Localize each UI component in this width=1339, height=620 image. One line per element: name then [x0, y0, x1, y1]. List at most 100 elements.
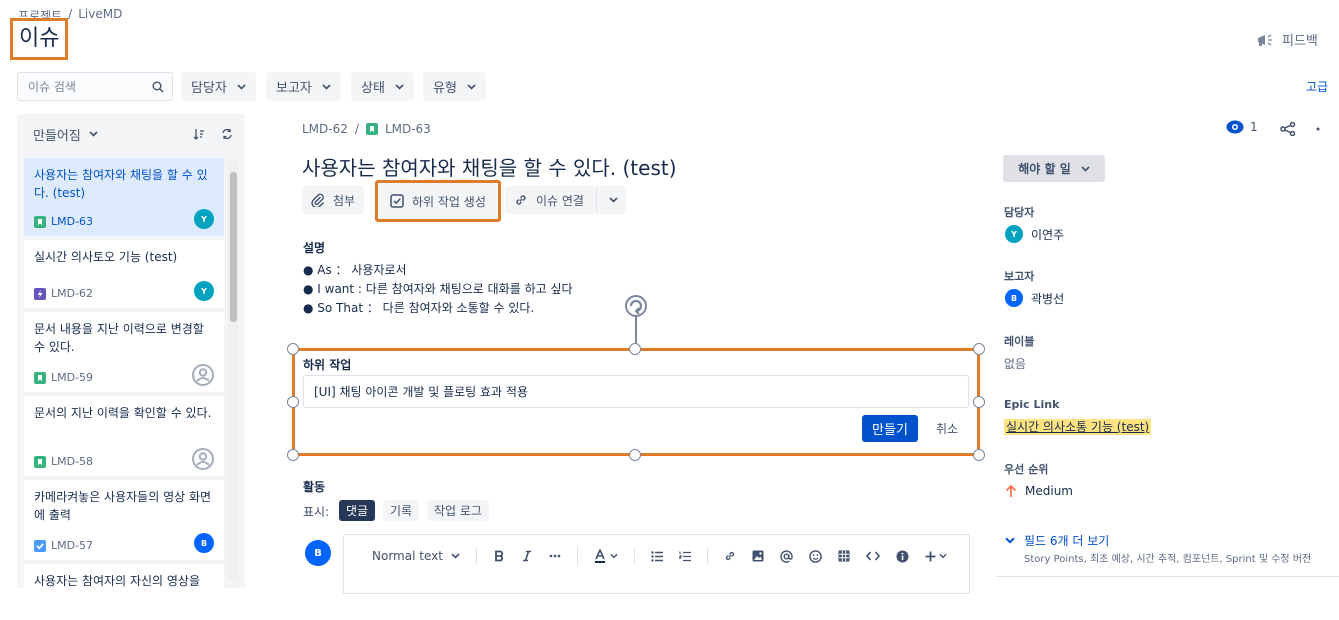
description-body[interactable]: ● As ： 사용자로서 ● I want : 다른 참여자와 채팅으로 대화를… — [303, 261, 573, 318]
mention-icon[interactable] — [780, 549, 793, 563]
issue-breadcrumb: LMD-62 / LMD-63 — [302, 122, 431, 136]
priority-label: 우선 순위 — [1004, 463, 1049, 476]
resize-handle[interactable] — [287, 343, 299, 355]
eye-icon — [1226, 120, 1244, 134]
story-icon — [34, 215, 46, 228]
parent-issue-link[interactable]: LMD-62 — [302, 122, 348, 136]
avatar: Y — [194, 281, 214, 301]
filter-assignee[interactable]: 담당자 — [181, 72, 256, 101]
text-style-dropdown[interactable]: Normal text — [372, 549, 460, 563]
subtask-summary-input[interactable]: [UI] 채팅 아이콘 개발 및 플로팅 효과 적용 — [303, 375, 969, 408]
text-style-label: Normal text — [372, 549, 443, 563]
rotate-icon[interactable] — [623, 293, 649, 319]
subtask-heading: 하위 작업 — [303, 358, 352, 372]
list-scrollbar[interactable] — [228, 160, 239, 580]
comment-editor[interactable]: Normal text — [343, 534, 970, 594]
cancel-button[interactable]: 취소 — [930, 415, 964, 442]
status-dropdown[interactable]: 해야 할 일 — [1003, 155, 1105, 182]
bold-icon[interactable] — [493, 550, 505, 562]
labels-value[interactable]: 없음 — [1004, 355, 1026, 372]
issue-key-link[interactable]: LMD-63 — [385, 122, 431, 136]
link-icon — [514, 193, 528, 207]
image-icon[interactable] — [752, 550, 764, 562]
watchers-count: 1 — [1250, 120, 1258, 134]
list-item-title: 카메라켜놓은 사용자들의 영상 화면에 출력 — [34, 490, 212, 522]
filter-type[interactable]: 유형 — [423, 72, 486, 101]
filter-reporter[interactable]: 보고자 — [266, 72, 341, 101]
reporter-field[interactable]: B 곽병선 — [1005, 289, 1064, 307]
bullet-list-icon[interactable] — [651, 550, 663, 562]
feedback-button[interactable]: 피드백 — [1256, 30, 1318, 49]
resize-handle[interactable] — [287, 449, 299, 461]
epic-link-value[interactable]: 실시간 의사소통 기능 (test) — [1004, 418, 1152, 435]
chevron-down-icon — [395, 83, 404, 90]
create-button[interactable]: 만들기 — [862, 415, 918, 442]
resize-handle[interactable] — [629, 343, 641, 355]
info-icon[interactable] — [896, 550, 909, 563]
priority-field[interactable]: Medium — [1005, 484, 1073, 498]
avatar: B — [194, 533, 214, 553]
search-input[interactable]: 이슈 검색 — [17, 72, 173, 101]
divider — [595, 187, 597, 213]
filter-status[interactable]: 상태 — [351, 72, 414, 101]
chevron-down-icon[interactable] — [605, 197, 622, 203]
scrollbar-thumb[interactable] — [230, 172, 237, 322]
sort-dropdown[interactable]: 만들어짐 — [33, 125, 98, 144]
list-item-title: 문서 내용을 지난 이력으로 변경할 수 있다. — [34, 322, 204, 354]
chevron-down-icon — [451, 553, 460, 559]
create-subtask-button[interactable]: 하위 작업 생성 — [375, 180, 501, 222]
list-item[interactable]: 문서의 지난 이력을 확인할 수 있다. LMD-58 — [24, 396, 224, 476]
numbered-list-icon[interactable] — [678, 551, 691, 562]
text-color-icon[interactable] — [594, 549, 618, 563]
resize-handle[interactable] — [973, 396, 985, 408]
tab-worklog[interactable]: 작업 로그 — [427, 500, 489, 521]
editor-toolbar: Normal text — [372, 547, 947, 565]
resize-handle[interactable] — [629, 449, 641, 461]
resize-handle[interactable] — [973, 449, 985, 461]
avatar: B — [305, 540, 331, 566]
assignee-field[interactable]: Y 이연주 — [1005, 225, 1064, 243]
attach-button[interactable]: 첨부 — [302, 186, 365, 214]
more-icon[interactable] — [1316, 127, 1326, 131]
table-icon[interactable] — [838, 550, 850, 562]
labels-label: 레이블 — [1004, 335, 1035, 348]
emoji-icon[interactable] — [809, 549, 822, 563]
more-formatting-icon[interactable] — [549, 554, 561, 558]
feedback-label: 피드백 — [1282, 34, 1318, 49]
list-item[interactable]: 문서 내용을 지난 이력으로 변경할 수 있다. LMD-59 — [24, 312, 224, 392]
filter-assignee-label: 담당자 — [191, 81, 227, 96]
list-item-key: LMD-58 — [51, 455, 94, 468]
list-item[interactable]: 사용자는 참여자와 채팅을 할 수 있다. (test) LMD-63 Y — [24, 158, 224, 236]
megaphone-icon — [1256, 33, 1274, 47]
sort-order-icon[interactable] — [193, 128, 205, 140]
create-subtask-label: 하위 작업 생성 — [412, 194, 486, 209]
more-fields-description: Story Points, 최초 예상, 시간 추적, 컴포넌트, Sprint… — [1024, 554, 1312, 565]
resize-handle[interactable] — [287, 396, 299, 408]
insert-more-icon[interactable] — [925, 551, 947, 562]
issue-title[interactable]: 사용자는 참여자와 채팅을 할 수 있다. (test) — [302, 152, 677, 181]
attach-label: 첨부 — [333, 193, 356, 208]
chevron-down-icon — [1081, 165, 1090, 172]
breadcrumb-project-link[interactable]: LiveMD — [78, 7, 122, 24]
link-issue-button[interactable]: 이슈 연결 — [505, 186, 626, 214]
list-item[interactable]: 실시간 의사토오 기능 (test) LMD-62 Y — [24, 240, 224, 308]
share-icon[interactable] — [1280, 122, 1296, 136]
show-label: 표시: — [303, 505, 330, 519]
issue-list-panel: 만들어짐 사용자는 참여자와 채팅을 할 수 있다. (test) LMD-63… — [17, 114, 245, 588]
assignee-name: 이연주 — [1031, 227, 1065, 242]
tab-comments[interactable]: 댓글 — [339, 500, 376, 521]
watchers-button[interactable]: 1 — [1226, 120, 1258, 134]
advanced-search-link[interactable]: 고급 — [1306, 78, 1328, 95]
task-icon — [34, 539, 46, 552]
more-fields-toggle[interactable]: 필드 6개 더 보기 — [1005, 532, 1109, 549]
list-item-title: 문서의 지난 이력을 확인할 수 있다. — [34, 406, 212, 420]
refresh-icon[interactable] — [221, 128, 233, 140]
code-icon[interactable] — [865, 551, 880, 561]
tab-history[interactable]: 기록 — [383, 500, 420, 521]
breadcrumb-separator: / — [68, 7, 73, 21]
link-icon[interactable] — [724, 550, 736, 562]
italic-icon[interactable] — [521, 550, 533, 562]
list-item[interactable]: 사용자는 참여자의 자신의 영상을 — [24, 564, 224, 588]
list-item[interactable]: 카메라켜놓은 사용자들의 영상 화면에 출력 LMD-57 B — [24, 480, 224, 560]
resize-handle[interactable] — [973, 343, 985, 355]
